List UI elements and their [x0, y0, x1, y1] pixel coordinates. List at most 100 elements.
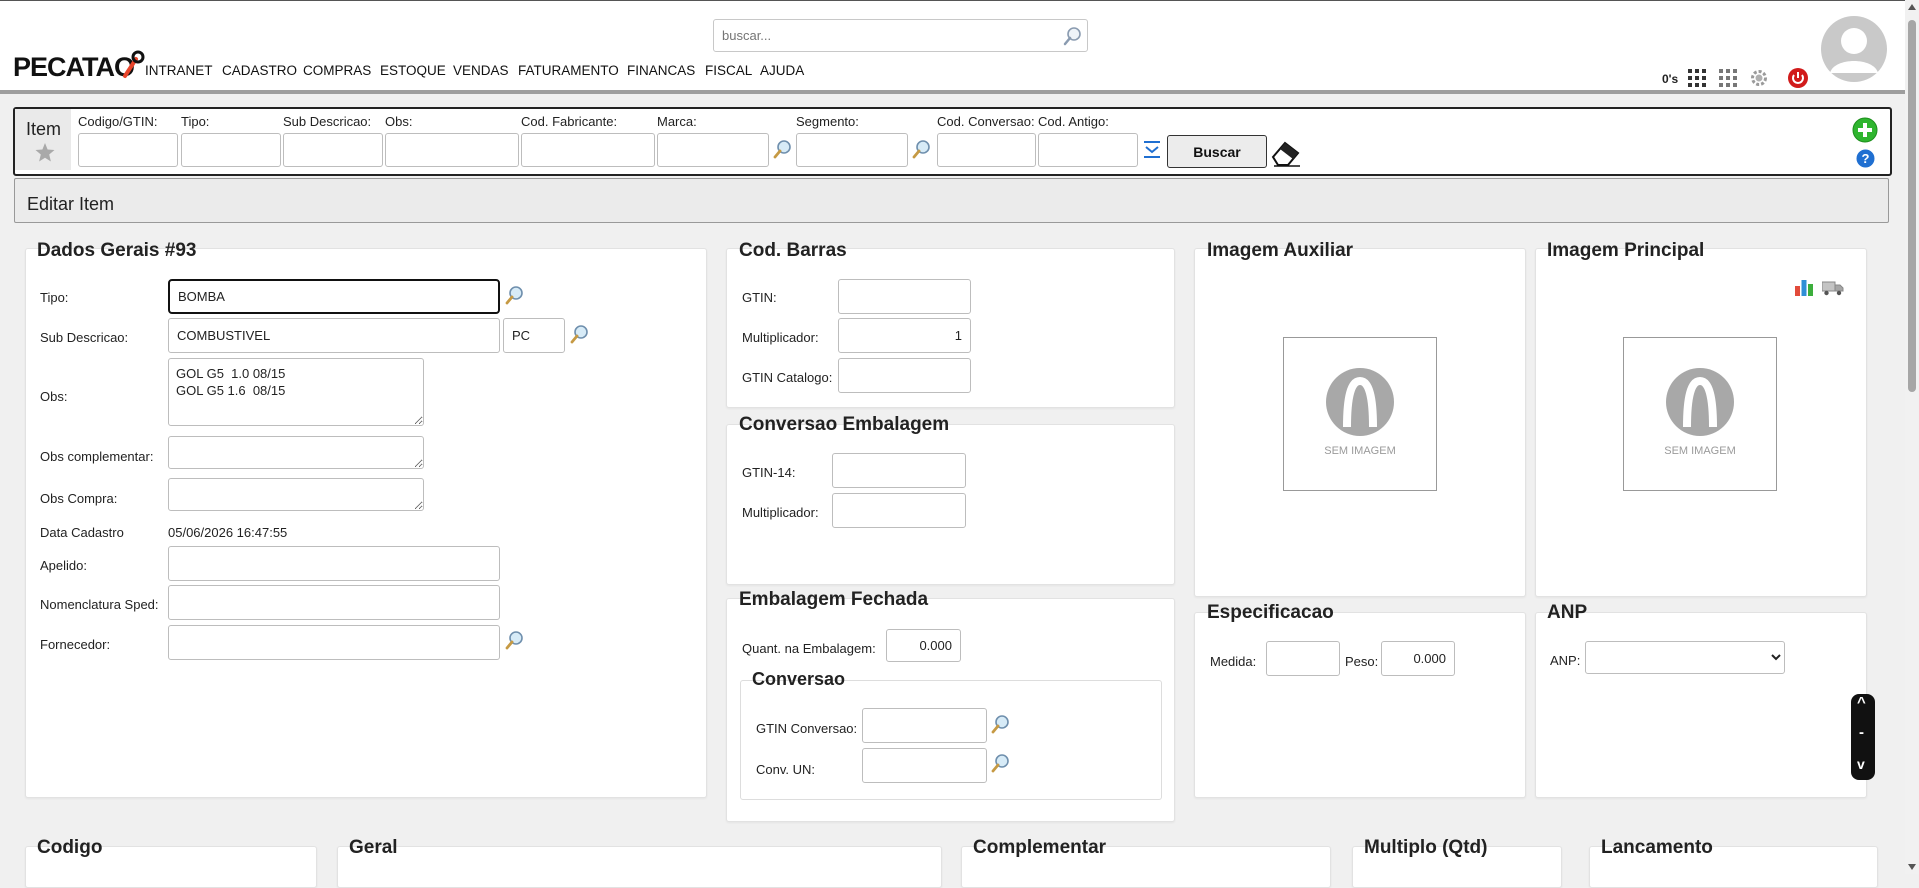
subdescricao-input[interactable]	[168, 318, 500, 353]
global-search-input[interactable]	[713, 19, 1088, 52]
avatar[interactable]	[1820, 15, 1888, 83]
nomenclatura-input[interactable]	[168, 585, 500, 620]
nav-vendas[interactable]: VENDAS	[453, 63, 509, 78]
medida-label: Medida:	[1210, 654, 1257, 669]
tipo-input[interactable]	[168, 279, 500, 314]
tipo-label: Tipo:	[40, 290, 69, 305]
truck-icon[interactable]	[1822, 280, 1844, 296]
scroll-up-arrow-icon[interactable]	[1908, 4, 1916, 10]
page-scrollbar[interactable]	[1905, 0, 1919, 874]
multiplo-title: Multiplo (Qtd)	[1364, 837, 1488, 858]
fornecedor-search-icon[interactable]	[504, 629, 526, 651]
filter-label-codigo: Codigo/GTIN:	[78, 114, 158, 129]
power-icon[interactable]	[1787, 67, 1809, 89]
multiplicador-input[interactable]	[838, 318, 971, 353]
imagem-principal-placeholder[interactable]: SEM IMAGEM	[1623, 337, 1777, 491]
logo[interactable]: PECATAO	[13, 50, 145, 84]
data-cadastro-label: Data Cadastro	[40, 525, 124, 540]
medida-input[interactable]	[1266, 641, 1340, 676]
filter-marca-search-icon[interactable]	[772, 138, 794, 160]
filter-conversao-input[interactable]	[937, 133, 1036, 167]
scroll-middle-icon[interactable]: -	[1859, 724, 1864, 741]
obs-textarea[interactable]: GOL G5 1.0 08/15 GOL G5 1.6 08/15	[168, 358, 424, 426]
filter-label-antigo: Cod. Antigo:	[1038, 114, 1109, 129]
gear-icon[interactable]	[1749, 68, 1769, 88]
nav-compras[interactable]: COMPRAS	[303, 63, 371, 78]
imagem-principal-caption: SEM IMAGEM	[1664, 445, 1736, 457]
imagem-auxiliar-placeholder[interactable]: SEM IMAGEM	[1283, 337, 1437, 491]
conv-multiplicador-input[interactable]	[832, 493, 966, 528]
nav-fiscal[interactable]: FISCAL	[705, 63, 752, 78]
filter-tipo-input[interactable]	[181, 133, 281, 167]
nav-estoque[interactable]: ESTOQUE	[380, 63, 446, 78]
buscar-button[interactable]: Buscar	[1167, 135, 1267, 168]
obs-compra-textarea[interactable]	[168, 478, 424, 511]
filter-antigo-input[interactable]	[1038, 133, 1138, 167]
logo-wrench-icon	[123, 50, 145, 78]
eraser-icon[interactable]	[1270, 139, 1302, 167]
expand-filters-icon[interactable]	[1143, 140, 1161, 160]
global-search-icon[interactable]	[1062, 25, 1084, 47]
nav-ajuda[interactable]: AJUDA	[760, 63, 804, 78]
nomenclatura-label: Nomenclatura Sped:	[40, 597, 159, 612]
gtin-label: GTIN:	[742, 290, 777, 305]
anp-select[interactable]	[1585, 641, 1785, 674]
filter-marca-input[interactable]	[657, 133, 769, 167]
peso-input[interactable]	[1381, 641, 1455, 676]
unidade-input[interactable]	[503, 318, 565, 353]
filter-segmento-search-icon[interactable]	[911, 138, 933, 160]
svg-text:?: ?	[1862, 151, 1870, 166]
filter-segmento-input[interactable]	[796, 133, 908, 167]
modules-grid-icon[interactable]	[1719, 69, 1737, 87]
header-divider	[0, 90, 1905, 94]
bar-chart-icon[interactable]	[1794, 278, 1814, 297]
editar-item-header	[14, 178, 1889, 223]
geral-panel	[337, 846, 942, 888]
counter-badge[interactable]: 0's	[1662, 72, 1678, 86]
add-item-icon[interactable]	[1852, 117, 1878, 143]
imagem-auxiliar-caption: SEM IMAGEM	[1324, 445, 1396, 457]
nav-cadastro[interactable]: CADASTRO	[222, 63, 297, 78]
nav-financas[interactable]: FINANCAS	[627, 63, 695, 78]
nav-intranet[interactable]: INTRANET	[145, 63, 213, 78]
apelido-input[interactable]	[168, 546, 500, 581]
gtin-catalogo-label: GTIN Catalogo:	[742, 370, 833, 385]
dados-gerais-title: Dados Gerais #93	[37, 240, 197, 261]
scroll-nav-widget[interactable]: ^ - v	[1851, 694, 1875, 780]
filter-label-subdescricao: Sub Descricao:	[283, 114, 372, 129]
filter-obs-input[interactable]	[385, 133, 519, 167]
nav-faturamento[interactable]: FATURAMENTO	[518, 63, 619, 78]
subdescricao-search-icon[interactable]	[569, 323, 591, 345]
filter-subdescricao-input[interactable]	[283, 133, 383, 167]
obs-complementar-textarea[interactable]	[168, 436, 424, 469]
apps-grid-icon[interactable]	[1688, 69, 1706, 87]
filter-fabricante-input[interactable]	[521, 133, 655, 167]
tipo-search-icon[interactable]	[504, 284, 526, 306]
lancamento-title: Lancamento	[1601, 837, 1713, 858]
scroll-down-arrow-icon[interactable]	[1908, 864, 1916, 870]
conv-un-search-icon[interactable]	[990, 752, 1012, 774]
no-image-icon	[1326, 368, 1394, 436]
conv-un-input[interactable]	[862, 748, 987, 783]
gtin-catalogo-input[interactable]	[838, 358, 971, 393]
data-cadastro-value: 05/06/2026 16:47:55	[168, 525, 288, 540]
quant-embalagem-input[interactable]	[886, 629, 961, 662]
filter-codigo-input[interactable]	[78, 133, 178, 167]
scroll-top-icon[interactable]: ^	[1857, 694, 1866, 711]
scrollbar-thumb[interactable]	[1908, 20, 1916, 392]
fornecedor-input[interactable]	[168, 625, 500, 660]
gtin-conversao-label: GTIN Conversao:	[756, 721, 858, 736]
anp-label: ANP:	[1550, 653, 1581, 668]
obs-compra-label: Obs Compra:	[40, 491, 118, 506]
scroll-bottom-icon[interactable]: v	[1857, 756, 1865, 772]
conv-multiplicador-label: Multiplicador:	[742, 505, 819, 520]
gtin14-input[interactable]	[832, 453, 966, 488]
gtin-input[interactable]	[838, 279, 971, 314]
filter-label-conversao: Cod. Conversao:	[937, 114, 1035, 129]
favorite-star-icon[interactable]	[35, 143, 55, 162]
help-icon[interactable]: ?	[1856, 149, 1875, 168]
quant-embalagem-label: Quant. na Embalagem:	[742, 641, 876, 656]
filter-label-tipo: Tipo:	[181, 114, 210, 129]
gtin-conversao-search-icon[interactable]	[990, 713, 1012, 735]
gtin-conversao-input[interactable]	[862, 708, 987, 743]
